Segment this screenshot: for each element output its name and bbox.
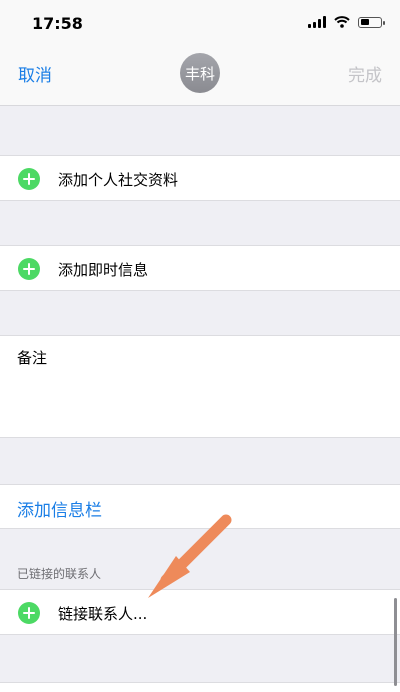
add-field-row[interactable]: 添加信息栏 xyxy=(0,484,400,529)
status-bar: 17:58 xyxy=(0,0,400,48)
avatar[interactable]: 丰科 xyxy=(180,53,220,93)
link-contact-row[interactable]: 链接联系人... xyxy=(0,589,400,635)
plus-circle-icon[interactable] xyxy=(18,168,40,190)
plus-circle-icon[interactable] xyxy=(18,258,40,280)
next-row xyxy=(0,682,400,692)
cancel-button[interactable]: 取消 xyxy=(18,61,52,86)
add-instant-message-label: 添加即时信息 xyxy=(58,261,149,279)
navigation-bar: 取消 丰科 完成 xyxy=(0,48,400,106)
done-button[interactable]: 完成 xyxy=(348,61,382,86)
battery-icon xyxy=(358,16,385,28)
notes-field[interactable]: 备注 xyxy=(0,335,400,438)
add-instant-message-row[interactable]: 添加即时信息 xyxy=(0,245,400,291)
add-social-profile-label: 添加个人社交资料 xyxy=(58,171,179,189)
scrollbar[interactable] xyxy=(394,598,397,686)
add-social-profile-row[interactable]: 添加个人社交资料 xyxy=(0,155,400,201)
add-field-button[interactable]: 添加信息栏 xyxy=(17,496,102,521)
status-time: 17:58 xyxy=(32,14,83,33)
wifi-icon xyxy=(334,16,350,28)
link-contact-label: 链接联系人... xyxy=(58,605,148,623)
battery-fill xyxy=(360,19,369,25)
linked-contacts-header: 已链接的联系人 xyxy=(17,567,102,581)
status-icons xyxy=(308,16,385,28)
cellular-signal-icon xyxy=(308,16,326,28)
plus-circle-icon[interactable] xyxy=(18,602,40,624)
notes-label: 备注 xyxy=(17,349,48,367)
